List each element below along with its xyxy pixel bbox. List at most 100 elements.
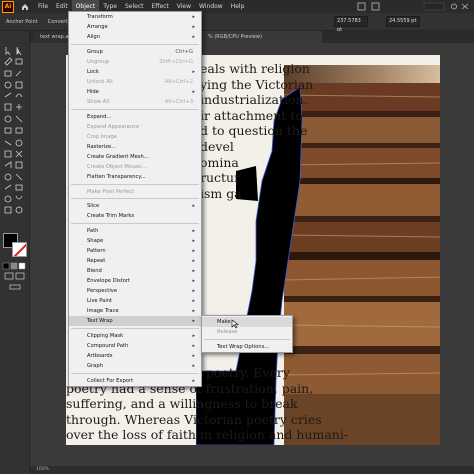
menu-item-label: Graph [87, 363, 103, 369]
submenu-arrow-icon: ▸ [192, 288, 195, 294]
color-mode-icons[interactable] [0, 261, 30, 301]
menu-item-label: Transform [87, 14, 113, 20]
stroke-color-swatch[interactable] [12, 242, 27, 257]
menu-item-label: Create Trim Marks [87, 213, 135, 219]
menu-file[interactable]: File [34, 0, 52, 13]
submenu-item-make[interactable]: Make [202, 317, 292, 327]
menu-item-label: Clipping Mask [87, 333, 124, 339]
menu-item-label: Repeat [87, 258, 106, 264]
poem-line: omina [200, 154, 239, 170]
menu-item-envelope-distort[interactable]: Envelope Distort ▸ [69, 276, 201, 286]
poem-line: eals with religion [200, 61, 310, 76]
zoom-level[interactable]: 100% [36, 467, 49, 472]
menu-separator [71, 328, 199, 329]
menu-item-compound-path[interactable]: Compound Path ▸ [69, 341, 201, 351]
menu-separator [71, 44, 199, 45]
home-icon[interactable] [20, 2, 30, 12]
poem-line: devel [200, 138, 234, 154]
submenu-arrow-icon: ▸ [192, 268, 195, 274]
menu-item-label: Rasterize... [87, 144, 117, 150]
submenu-arrow-icon: ▸ [192, 228, 195, 234]
menu-item-hide[interactable]: Hide ▸ [69, 87, 201, 97]
menu-item-pattern[interactable]: Pattern ▸ [69, 246, 201, 256]
menu-item-shortcut: Ctrl+G [175, 49, 193, 55]
menu-item-create-gradient-mesh[interactable]: Create Gradient Mesh... [69, 152, 201, 162]
text-wrap-submenu: Make Release Text Wrap Options... [201, 315, 293, 353]
menu-item-shortcut: Shift+Ctrl+G [159, 59, 193, 65]
menu-item-label: Show All [87, 99, 110, 105]
menu-item-show-all: Show All Alt+Ctrl+3 [69, 97, 201, 107]
menu-item-label: Live Paint [87, 298, 113, 304]
x-coordinate-field[interactable]: 237.5783 pt [334, 16, 368, 33]
menu-separator [71, 198, 199, 199]
menu-item-flatten-transparency[interactable]: Flatten Transparency... [69, 172, 201, 182]
menu-item-text-wrap[interactable]: Text Wrap ▸ [69, 316, 201, 326]
menu-item-transform[interactable]: Transform ▸ [69, 12, 201, 22]
object-menu: Transform ▸ Arrange ▸ Align ▸ Group Ctrl+G Ungro… [68, 11, 202, 387]
menu-item-shortcut: Alt+Ctrl+3 [164, 99, 193, 105]
menu-item-label: Create Gradient Mesh... [87, 154, 149, 160]
submenu-arrow-icon: ▸ [192, 378, 195, 384]
workspace-icons[interactable] [354, 0, 474, 13]
menu-item-collect-for-export[interactable]: Collect For Export ▸ [69, 376, 201, 386]
submenu-arrow-icon: ▸ [192, 298, 195, 304]
menu-item-group[interactable]: Group Ctrl+G [69, 47, 201, 57]
menu-item-artboards[interactable]: Artboards ▸ [69, 351, 201, 361]
menu-item-label: Hide [87, 89, 99, 95]
menu-item-slice[interactable]: Slice ▸ [69, 201, 201, 211]
menu-help[interactable]: Help [227, 0, 249, 13]
menu-item-label: Create Object Mosaic... [87, 164, 148, 170]
menu-item-align[interactable]: Align ▸ [69, 32, 201, 42]
menubar-tools [354, 0, 474, 13]
menu-item-path[interactable]: Path ▸ [69, 226, 201, 236]
menu-item-repeat[interactable]: Repeat ▸ [69, 256, 201, 266]
menu-item-live-paint[interactable]: Live Paint ▸ [69, 296, 201, 306]
menu-item-expand[interactable]: Expand... [69, 112, 201, 122]
y-coordinate-field[interactable]: 24.5559 pt [386, 16, 420, 27]
tools-panel [0, 31, 30, 474]
menu-item-image-trace[interactable]: Image Trace ▸ [69, 306, 201, 316]
menu-item-arrange[interactable]: Arrange ▸ [69, 22, 201, 32]
poem-line: ir attachment to [200, 107, 303, 123]
poem-line: through. Whereas Victorian poetry cries [66, 411, 322, 427]
submenu-arrow-icon: ▸ [192, 363, 195, 369]
menu-item-shape[interactable]: Shape ▸ [69, 236, 201, 246]
submenu-arrow-icon: ▸ [192, 89, 195, 95]
menu-item-unlock-all: Unlock All Alt+Ctrl+2 [69, 77, 201, 87]
menu-item-label: Expand Appearance [87, 124, 140, 130]
poem-line: ying the Victorian [200, 76, 314, 92]
active-document-tab[interactable]: % (RGB/CPU Preview) [202, 31, 322, 43]
submenu-arrow-icon: ▸ [192, 34, 195, 40]
poem-line: over the loss of faith in religion and h… [66, 427, 349, 443]
menu-item-create-trim-marks[interactable]: Create Trim Marks [69, 211, 201, 221]
menu-item-lock[interactable]: Lock ▸ [69, 67, 201, 77]
convert-label: Convert: [47, 18, 70, 25]
menu-item-clipping-mask[interactable]: Clipping Mask ▸ [69, 331, 201, 341]
menu-separator [204, 339, 290, 340]
menu-item-label: Text Wrap [87, 318, 113, 324]
submenu-arrow-icon: ▸ [192, 14, 195, 20]
menu-separator [71, 223, 199, 224]
menu-item-label: Ungroup [87, 59, 110, 65]
menu-item-label: Lock [87, 69, 99, 75]
poem-line: industrialization. [200, 92, 308, 108]
menu-item-blend[interactable]: Blend ▸ [69, 266, 201, 276]
mouse-pointer-icon [231, 319, 239, 329]
menu-item-label: Expand... [87, 114, 112, 120]
menu-item-label: Crop Image [87, 134, 118, 140]
menu-item-label: Path [87, 228, 99, 234]
menu-item-label: Artboards [87, 353, 113, 359]
menu-item-label: Compound Path [87, 343, 129, 349]
illustrator-logo: Ai [2, 0, 14, 13]
submenu-arrow-icon: ▸ [192, 353, 195, 359]
menu-item-create-object-mosaic: Create Object Mosaic... [69, 162, 201, 172]
submenu-item-text-wrap-options[interactable]: Text Wrap Options... [202, 342, 292, 352]
submenu-arrow-icon: ▸ [192, 248, 195, 254]
submenu-arrow-icon: ▸ [192, 238, 195, 244]
menu-item-graph[interactable]: Graph ▸ [69, 361, 201, 371]
submenu-item-release: Release [217, 329, 238, 335]
menu-item-perspective[interactable]: Perspective ▸ [69, 286, 201, 296]
menu-item-label: Make Pixel Perfect [87, 189, 135, 195]
menu-item-label: Flatten Transparency... [87, 174, 146, 180]
menu-item-rasterize[interactable]: Rasterize... [69, 142, 201, 152]
